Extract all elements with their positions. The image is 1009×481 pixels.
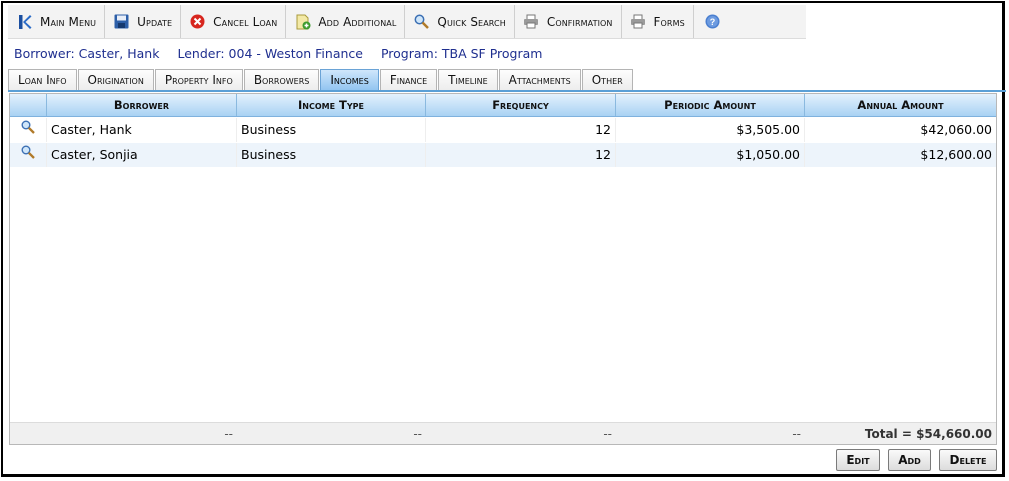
footer-col4: -- [792,427,801,441]
footer-col3: -- [603,427,612,441]
main-menu-button[interactable]: Main Menu [8,5,106,38]
cancel-icon [189,13,206,30]
update-button[interactable]: Update [105,5,182,38]
search-icon [413,13,430,30]
quick-search-label: Quick Search [437,14,506,29]
cell-periodic-amount: $1,050.00 [616,143,805,167]
forms-label: Forms [653,14,685,29]
lender-info: Lender: 004 - Weston Finance [177,46,363,61]
forms-button[interactable]: Forms [622,5,694,38]
grid-header: Borrower Income Type Frequency Periodic … [10,94,996,117]
footer-col1: -- [224,427,233,441]
cancel-loan-label: Cancel Loan [213,14,278,29]
footer-total: Total = $54,660.00 [864,427,992,441]
tab-property-info[interactable]: Property Info [154,69,243,91]
tab-finance[interactable]: Finance [379,69,438,91]
save-icon [113,13,130,30]
quick-search-button[interactable]: Quick Search [405,5,515,38]
program-info: Program: TBA SF Program [380,46,543,61]
update-label: Update [137,14,173,29]
header-borrower[interactable]: Borrower [47,94,237,116]
add-button[interactable]: Add [888,449,931,471]
tab-timeline[interactable]: Timeline [438,69,498,91]
tab-bar: Loan Info Origination Property Info Borr… [8,69,634,91]
footer-blank [10,423,47,444]
main-menu-icon [16,13,33,30]
main-menu-label: Main Menu [40,14,97,29]
cell-periodic-amount: $3,505.00 [616,118,805,142]
header-periodic-amount[interactable]: Periodic Amount [616,94,805,116]
tab-loan-info[interactable]: Loan Info [8,69,77,91]
help-button[interactable]: ? [694,5,731,38]
tab-attachments[interactable]: Attachments [498,69,581,91]
view-row-button[interactable] [10,118,47,142]
cell-annual-amount: $12,600.00 [920,147,992,162]
cancel-loan-button[interactable]: Cancel Loan [181,5,287,38]
tab-other[interactable]: Other [581,69,633,91]
printer-icon [630,13,647,30]
loan-info-line: Borrower: Caster, Hank Lender: 004 - Wes… [14,46,556,61]
confirmation-label: Confirmation [546,14,613,29]
header-icon-col [10,94,47,116]
cell-frequency: 12 [426,143,616,167]
cell-income-type: Business [237,143,426,167]
cell-borrower: Caster, Hank [47,118,237,142]
tab-borrowers[interactable]: Borrowers [243,69,320,91]
svg-text:?: ? [710,17,716,27]
add-additional-label: Add Additional [318,14,397,29]
table-row[interactable]: Caster, Hank Business 12 $3,505.00 $42,0… [10,118,996,142]
printer-icon [523,13,540,30]
magnifier-icon [21,143,35,167]
header-frequency[interactable]: Frequency [426,94,616,116]
confirmation-button[interactable]: Confirmation [515,5,622,38]
header-income-type[interactable]: Income Type [237,94,426,116]
grid-footer: -- -- -- -- Total = $54,660.00 [10,422,996,444]
tab-incomes[interactable]: Incomes [320,69,379,91]
incomes-grid: Borrower Income Type Frequency Periodic … [9,93,997,445]
cell-income-type: Business [237,118,426,142]
toolbar: Main Menu Update Cancel Loan Add Additio… [8,5,806,39]
edit-button[interactable]: Edit [836,449,880,471]
cell-borrower: Caster, Sonjia [47,143,237,167]
table-row[interactable]: Caster, Sonjia Business 12 $1,050.00 $12… [10,143,996,167]
borrower-info: Borrower: Caster, Hank [14,46,160,61]
header-annual-amount[interactable]: Annual Amount [805,94,996,116]
view-row-button[interactable] [10,143,47,167]
cell-annual-amount: $42,060.00 [920,122,992,137]
delete-button[interactable]: Delete [939,449,997,471]
cell-frequency: 12 [426,118,616,142]
tab-origination[interactable]: Origination [77,69,154,91]
help-icon: ? [704,13,721,30]
tab-underline [8,90,1006,92]
add-additional-button[interactable]: Add Additional [286,5,406,38]
footer-col2: -- [413,427,422,441]
magnifier-icon [21,118,35,142]
add-additional-icon [294,13,311,30]
